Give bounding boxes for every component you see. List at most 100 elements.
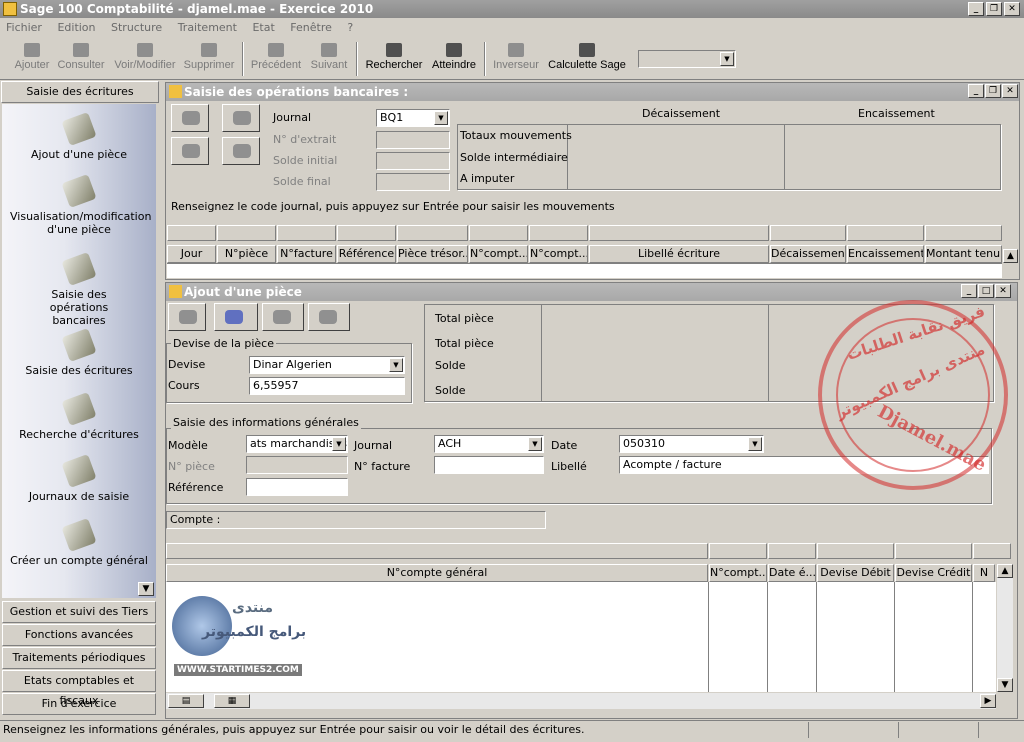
filter-cell[interactable] (589, 225, 769, 241)
col-n[interactable]: N (973, 564, 995, 582)
col-piece-tresor[interactable]: Pièce trésor... (397, 245, 468, 263)
bank-action-button-4[interactable] (222, 137, 260, 165)
devise-select[interactable]: Dinar Algerien ▼ (249, 356, 405, 374)
bank-journal-select[interactable]: BQ1 ▼ (376, 109, 450, 127)
sidebar-item-add-piece[interactable]: Ajout d'une pièce (2, 111, 156, 161)
scroll-right-icon[interactable]: ▶ (980, 694, 996, 708)
sidebar-item-create-account[interactable]: Créer un compte général (2, 517, 156, 567)
restore-icon[interactable]: ❐ (986, 2, 1002, 16)
filter-cell[interactable] (925, 225, 1002, 241)
menu-traitement[interactable]: Traitement (172, 21, 243, 34)
piece-action-button-2[interactable] (214, 303, 258, 331)
sidebar-item-search-entries[interactable]: Recherche d'écritures (2, 391, 156, 441)
filter-cell[interactable] (337, 225, 396, 241)
filter-cell[interactable] (973, 543, 1011, 559)
filter-cell[interactable] (895, 543, 972, 559)
search-button[interactable]: Rechercher (364, 40, 424, 78)
nfacture-field[interactable] (434, 456, 544, 474)
filter-cell[interactable] (469, 225, 528, 241)
vertical-scrollbar[interactable] (997, 564, 1013, 692)
menu-fenetre[interactable]: Fenêtre (284, 21, 338, 34)
extrait-field[interactable] (376, 131, 450, 149)
filter-cell[interactable] (166, 543, 708, 559)
sidebar-item-bank-ops[interactable]: Saisie des opérations bancaires (2, 251, 156, 327)
filter-cell[interactable] (817, 543, 894, 559)
filter-cell[interactable] (397, 225, 468, 241)
date-select[interactable]: 050310 ▼ (619, 435, 764, 453)
cours-field[interactable]: 6,55957 (249, 377, 405, 395)
grid-view-icon[interactable]: ▤ (168, 694, 204, 708)
bank-action-button-2[interactable] (222, 104, 260, 132)
sidebar-header[interactable]: Saisie des écritures (1, 81, 159, 103)
piece-action-button-1[interactable] (168, 303, 206, 331)
piece-journal-select[interactable]: ACH ▼ (434, 435, 544, 453)
filter-cell[interactable] (529, 225, 588, 241)
chevron-down-icon[interactable]: ▼ (720, 52, 734, 66)
menu-etat[interactable]: Etat (246, 21, 280, 34)
menu-help[interactable]: ? (341, 21, 359, 34)
minimize-icon[interactable]: _ (968, 2, 984, 16)
chevron-down-icon[interactable]: ▼ (748, 437, 762, 451)
next-button[interactable]: Suivant (306, 40, 352, 78)
filter-cell[interactable] (167, 225, 216, 241)
col-jour[interactable]: Jour (167, 245, 216, 263)
consult-button[interactable]: Consulter (56, 40, 106, 78)
sidebar-item-journals[interactable]: Journaux de saisie (2, 453, 156, 503)
filter-cell[interactable] (770, 225, 846, 241)
toolbar-combo[interactable]: ▼ (638, 50, 736, 68)
close-icon[interactable]: ✕ (1002, 84, 1018, 98)
col-ncompte-2[interactable]: N°compt... (529, 245, 588, 263)
menu-edition[interactable]: Edition (51, 21, 101, 34)
scroll-up-icon[interactable]: ▲ (1003, 249, 1018, 263)
minimize-icon[interactable]: _ (961, 284, 977, 298)
form-view-icon[interactable]: ▦ (214, 694, 250, 708)
col-devise-credit[interactable]: Devise Crédit (895, 564, 972, 582)
chevron-down-icon[interactable]: ▼ (434, 111, 448, 125)
col-ncompte[interactable]: N°compt... (709, 564, 767, 582)
close-icon[interactable]: ✕ (1004, 2, 1020, 16)
col-date[interactable]: Date é... (768, 564, 816, 582)
filter-cell[interactable] (847, 225, 924, 241)
goto-button[interactable]: Atteindre (428, 40, 480, 78)
menu-structure[interactable]: Structure (105, 21, 168, 34)
sidebar-section-periodic[interactable]: Traitements périodiques (2, 647, 156, 669)
piece-action-button-3[interactable] (262, 303, 304, 331)
col-libelle[interactable]: Libellé écriture (589, 245, 769, 263)
add-button[interactable]: Ajouter (10, 40, 54, 78)
chevron-down-icon[interactable]: ▼ (332, 437, 346, 451)
scroll-up-icon[interactable]: ▲ (997, 564, 1013, 578)
bank-grid-row[interactable] (167, 263, 1002, 278)
sidebar-section-year-end[interactable]: Fin d'exercice (2, 693, 156, 715)
close-icon[interactable]: ✕ (995, 284, 1011, 298)
piece-action-button-4[interactable] (308, 303, 350, 331)
reference-field[interactable] (246, 478, 348, 496)
view-edit-button[interactable]: Voir/Modifier (110, 40, 180, 78)
col-ncompte-1[interactable]: N°compt... (469, 245, 528, 263)
filter-cell[interactable] (709, 543, 767, 559)
scroll-down-icon[interactable]: ▼ (997, 678, 1013, 692)
chevron-down-icon[interactable]: ▼ (528, 437, 542, 451)
menu-fichier[interactable]: Fichier (0, 21, 48, 34)
sidebar-section-reports[interactable]: Etats comptables et fiscaux (2, 670, 156, 707)
col-encaissement[interactable]: Encaissement (847, 245, 924, 263)
solde-initial-field[interactable] (376, 152, 450, 170)
maximize-icon[interactable]: □ (978, 284, 994, 298)
solde-final-field[interactable] (376, 173, 450, 191)
chevron-down-icon[interactable]: ▼ (389, 358, 403, 372)
minimize-icon[interactable]: _ (968, 84, 984, 98)
sidebar-item-view-piece[interactable]: Visualisation/modification d'une pièce (2, 173, 156, 236)
sidebar-section-tiers[interactable]: Gestion et suivi des Tiers (2, 601, 156, 623)
horizontal-scrollbar[interactable] (166, 693, 996, 709)
filter-cell[interactable] (277, 225, 336, 241)
inverter-button[interactable]: Inverseur (490, 40, 542, 78)
filter-cell[interactable] (768, 543, 816, 559)
col-npiece[interactable]: N°pièce (217, 245, 276, 263)
col-compte-general[interactable]: N°compte général (166, 564, 708, 582)
col-decaissement[interactable]: Décaissement (770, 245, 846, 263)
sidebar-item-entries[interactable]: Saisie des écritures (2, 327, 156, 377)
col-montant[interactable]: Montant tenu... (925, 245, 1002, 263)
delete-button[interactable]: Supprimer (182, 40, 236, 78)
scroll-down-icon[interactable]: ▼ (138, 582, 154, 596)
npiece-field[interactable] (246, 456, 348, 474)
col-nfacture[interactable]: N°facture (277, 245, 336, 263)
